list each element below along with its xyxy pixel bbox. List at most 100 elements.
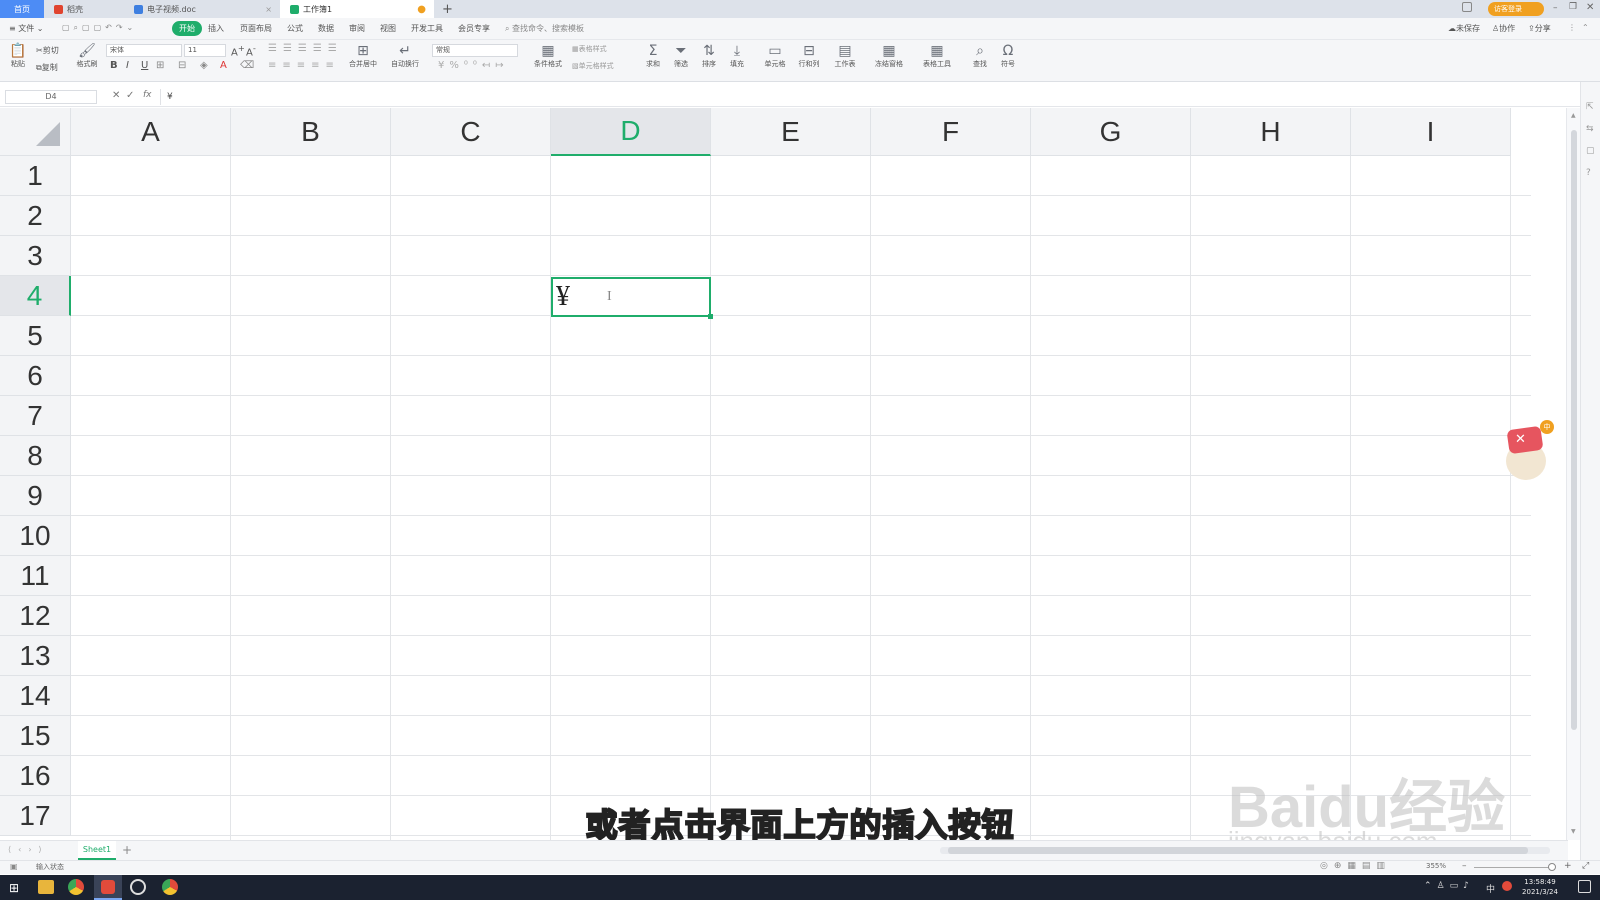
menu-page-layout[interactable]: 页面布局 xyxy=(240,23,272,34)
sheet-button[interactable]: ▤ 工作表 xyxy=(830,43,860,69)
macro-icon[interactable]: ▣ xyxy=(10,862,18,871)
table-style-button[interactable]: ▦表格样式 xyxy=(572,44,607,54)
collaborate-button[interactable]: ♙协作 xyxy=(1492,23,1515,34)
column-header-b[interactable]: B xyxy=(231,108,391,156)
number-format-select[interactable]: 常规 xyxy=(432,44,518,57)
menu-member[interactable]: 会员专享 xyxy=(458,23,490,34)
minimize-icon[interactable]: – xyxy=(1553,3,1558,13)
tab-docer[interactable]: 稻壳 xyxy=(44,0,124,18)
tab-workbook[interactable]: 工作簿1 ● xyxy=(280,0,434,18)
column-header-c[interactable]: C xyxy=(391,108,551,156)
row-header-15[interactable]: 15 xyxy=(0,716,71,756)
bold-icon[interactable]: B xyxy=(110,60,118,71)
table-tools-button[interactable]: ▦ 表格工具 xyxy=(918,43,956,69)
ime-indicator[interactable]: 中 xyxy=(1486,882,1495,895)
file-menu[interactable]: ≡ 文件 ⌄ xyxy=(9,23,44,34)
row-header-17[interactable]: 17 xyxy=(0,796,71,836)
row-header-4[interactable]: 4 xyxy=(0,276,71,316)
paste-button[interactable]: 📋 粘贴 xyxy=(6,43,30,69)
shrink-font-icon[interactable]: A- xyxy=(246,43,256,58)
sum-button[interactable]: Σ 求和 xyxy=(642,43,664,69)
row-header-3[interactable]: 3 xyxy=(0,236,71,276)
function-icon[interactable]: fx xyxy=(143,90,152,100)
fill-color-icon[interactable]: ◈ xyxy=(200,60,208,71)
backup-icon[interactable]: ▢ xyxy=(1586,146,1595,156)
cut-button[interactable]: ✂剪切 xyxy=(36,45,59,56)
number-format-icons[interactable]: ¥%⁰⁰↤↦ xyxy=(438,60,509,71)
zoom-level[interactable]: 355% xyxy=(1426,862,1446,870)
border-icon[interactable]: ⊞ xyxy=(156,60,164,71)
row-header-9[interactable]: 9 xyxy=(0,476,71,516)
find-button[interactable]: ⌕ 查找 xyxy=(968,43,992,69)
font-name-select[interactable]: 宋体 xyxy=(106,44,182,57)
window-layout-icon[interactable] xyxy=(1462,2,1472,12)
row-header-12[interactable]: 12 xyxy=(0,596,71,636)
fullscreen-icon[interactable]: ⤢ xyxy=(1582,861,1589,871)
column-header-f[interactable]: F xyxy=(871,108,1031,156)
horizontal-scrollbar[interactable] xyxy=(940,847,1550,854)
menu-review[interactable]: 审阅 xyxy=(349,23,365,34)
clock-app-icon[interactable] xyxy=(130,879,146,895)
zoom-slider[interactable] xyxy=(1474,867,1554,868)
cell-button[interactable]: ▭ 单元格 xyxy=(760,43,790,69)
assistant-mascot[interactable]: ✕ 中 xyxy=(1492,420,1562,484)
share-button[interactable]: ⇪分享 xyxy=(1528,23,1551,34)
vertical-scroll-thumb[interactable] xyxy=(1571,130,1577,730)
row-header-5[interactable]: 5 xyxy=(0,316,71,356)
copy-button[interactable]: ⧉复制 xyxy=(36,62,58,73)
chrome-profile-icon[interactable] xyxy=(162,879,178,895)
more-icon[interactable]: ⋮ xyxy=(1568,23,1576,32)
row-header-11[interactable]: 11 xyxy=(0,556,71,596)
horizontal-scroll-thumb[interactable] xyxy=(948,847,1528,854)
merge-border-icon[interactable]: ⊟ xyxy=(178,60,186,71)
horizontal-align-icons[interactable]: ≡≡≡≡≡ xyxy=(268,60,340,71)
column-header-a[interactable]: A xyxy=(71,108,231,156)
row-header-16[interactable]: 16 xyxy=(0,756,71,796)
scroll-down-icon[interactable]: ▼ xyxy=(1571,828,1576,835)
clear-icon[interactable]: ⌫ xyxy=(240,60,254,71)
column-header-h[interactable]: H xyxy=(1191,108,1351,156)
properties-icon[interactable]: ⇆ xyxy=(1586,124,1594,134)
zoom-slider-knob[interactable] xyxy=(1548,863,1556,871)
symbol-button[interactable]: Ω 符号 xyxy=(996,43,1020,69)
menu-start[interactable]: 开始 xyxy=(172,21,202,36)
font-color-icon[interactable]: A xyxy=(220,60,227,71)
column-header-e[interactable]: E xyxy=(711,108,871,156)
tray-icons[interactable]: ⌃♙▭♪ xyxy=(1424,881,1474,891)
windows-start-icon[interactable]: ⊞ xyxy=(9,881,19,895)
column-header-g[interactable]: G xyxy=(1031,108,1191,156)
merge-center-button[interactable]: ⊞ 合并居中 xyxy=(346,43,380,69)
zoom-in-button[interactable]: + xyxy=(1564,861,1572,871)
format-painter-button[interactable]: 🖌 格式刷 xyxy=(74,43,100,69)
row-header-13[interactable]: 13 xyxy=(0,636,71,676)
row-header-1[interactable]: 1 xyxy=(0,156,71,196)
cancel-entry-icon[interactable]: ✕ xyxy=(112,90,120,101)
column-header-d[interactable]: D xyxy=(551,108,711,156)
row-header-7[interactable]: 7 xyxy=(0,396,71,436)
select-all-corner[interactable] xyxy=(0,108,71,156)
wps-taskbar-button[interactable] xyxy=(94,875,122,900)
close-window-icon[interactable]: ✕ xyxy=(1586,2,1594,13)
file-explorer-icon[interactable] xyxy=(38,880,54,894)
add-sheet-button[interactable]: + xyxy=(122,843,132,857)
vertical-align-icons[interactable]: ☰☰☰☰☰ xyxy=(268,43,343,54)
menu-developer[interactable]: 开发工具 xyxy=(411,23,443,34)
tab-home[interactable]: 首页 xyxy=(0,0,44,18)
row-header-14[interactable]: 14 xyxy=(0,676,71,716)
wrap-text-button[interactable]: ↵ 自动换行 xyxy=(388,43,422,69)
menu-view[interactable]: 视图 xyxy=(380,23,396,34)
login-button[interactable]: 访客登录 xyxy=(1488,2,1544,16)
confirm-entry-icon[interactable]: ✓ xyxy=(126,90,134,101)
close-tab-icon[interactable]: × xyxy=(265,5,272,14)
quick-access-icons[interactable]: ▢⌕▢▢↶↷⌄ xyxy=(62,23,137,33)
underline-icon[interactable]: U xyxy=(141,60,148,71)
collapse-ribbon-icon[interactable]: ⌃ xyxy=(1582,23,1589,32)
filter-button[interactable]: ⏷ 筛选 xyxy=(670,43,692,69)
fill-handle[interactable] xyxy=(708,314,713,319)
column-header-i[interactable]: I xyxy=(1351,108,1511,156)
select-tool-icon[interactable]: ⇱ xyxy=(1586,102,1594,112)
cell-style-button[interactable]: ▧单元格样式 xyxy=(572,61,614,71)
sheet-nav-icons[interactable]: ⟨‹›⟩ xyxy=(8,845,49,854)
restore-icon[interactable]: ❐ xyxy=(1569,2,1577,12)
grow-font-icon[interactable]: A+ xyxy=(231,43,245,58)
